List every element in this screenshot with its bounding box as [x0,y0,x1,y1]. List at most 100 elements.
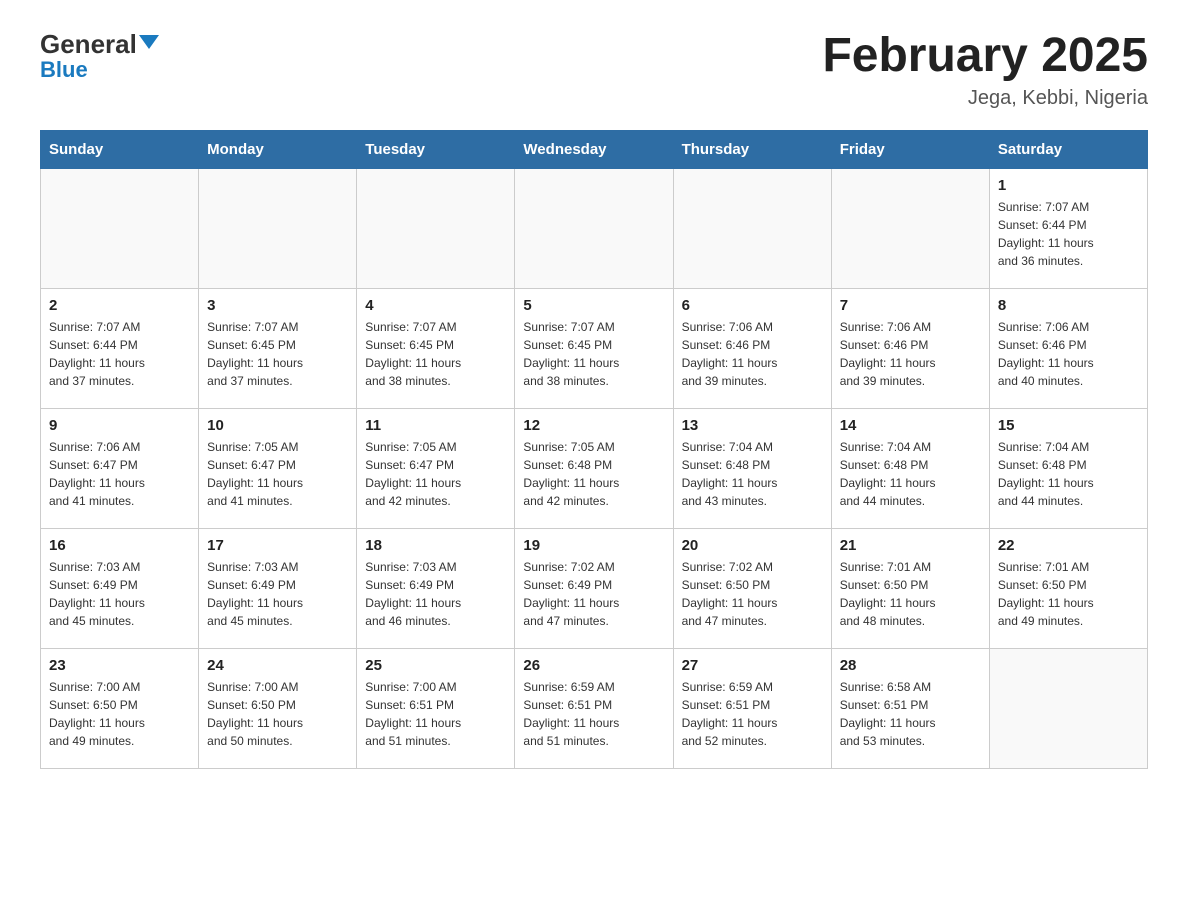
day-number: 13 [682,417,823,434]
location-subtitle: Jega, Kebbi, Nigeria [822,87,1148,110]
day-info: Sunrise: 7:00 AMSunset: 6:50 PMDaylight:… [207,678,348,750]
day-info: Sunrise: 7:06 AMSunset: 6:47 PMDaylight:… [49,438,190,510]
day-info: Sunrise: 7:02 AMSunset: 6:49 PMDaylight:… [523,558,664,630]
calendar-week-row: 2 Sunrise: 7:07 AMSunset: 6:44 PMDaylight… [41,288,1148,408]
calendar-header: SundayMondayTuesdayWednesdayThursdayFrid… [41,130,1148,168]
day-info: Sunrise: 7:01 AMSunset: 6:50 PMDaylight:… [840,558,981,630]
day-number: 6 [682,297,823,314]
calendar-day-cell: 7 Sunrise: 7:06 AMSunset: 6:46 PMDaylight… [831,288,989,408]
day-number: 8 [998,297,1139,314]
calendar-week-row: 1Sunrise: 7:07 AMSunset: 6:44 PMDaylight… [41,168,1148,288]
day-info: Sunrise: 7:07 AMSunset: 6:44 PMDaylight:… [998,198,1139,270]
day-number: 16 [49,537,190,554]
calendar-table: SundayMondayTuesdayWednesdayThursdayFrid… [40,130,1148,769]
day-info: Sunrise: 7:05 AMSunset: 6:47 PMDaylight:… [207,438,348,510]
calendar-day-cell: 13 Sunrise: 7:04 AMSunset: 6:48 PMDayligh… [673,408,831,528]
day-info: Sunrise: 7:07 AMSunset: 6:44 PMDaylight:… [49,318,190,390]
calendar-day-cell: 27 Sunrise: 6:59 AMSunset: 6:51 PMDayligh… [673,648,831,768]
day-number: 28 [840,657,981,674]
calendar-day-cell [515,168,673,288]
day-number: 17 [207,537,348,554]
calendar-day-cell [831,168,989,288]
calendar-week-row: 16 Sunrise: 7:03 AMSunset: 6:49 PMDayligh… [41,528,1148,648]
logo-top: General [40,30,159,59]
day-number: 3 [207,297,348,314]
weekday-header-thursday: Thursday [673,130,831,168]
calendar-day-cell: 19Sunrise: 7:02 AMSunset: 6:49 PMDayligh… [515,528,673,648]
day-number: 5 [523,297,664,314]
calendar-day-cell: 11 Sunrise: 7:05 AMSunset: 6:47 PMDayligh… [357,408,515,528]
calendar-day-cell: 9 Sunrise: 7:06 AMSunset: 6:47 PMDaylight… [41,408,199,528]
day-number: 12 [523,417,664,434]
day-number: 7 [840,297,981,314]
calendar-day-cell: 8 Sunrise: 7:06 AMSunset: 6:46 PMDaylight… [989,288,1147,408]
calendar-week-row: 23 Sunrise: 7:00 AMSunset: 6:50 PMDayligh… [41,648,1148,768]
day-info: Sunrise: 7:03 AMSunset: 6:49 PMDaylight:… [207,558,348,630]
logo-bottom: Blue [40,57,88,83]
day-info: Sunrise: 7:03 AMSunset: 6:49 PMDaylight:… [49,558,190,630]
day-info: Sunrise: 7:06 AMSunset: 6:46 PMDaylight:… [840,318,981,390]
day-number: 11 [365,417,506,434]
calendar-day-cell: 18 Sunrise: 7:03 AMSunset: 6:49 PMDayligh… [357,528,515,648]
calendar-body: 1Sunrise: 7:07 AMSunset: 6:44 PMDaylight… [41,168,1148,768]
day-info: Sunrise: 7:03 AMSunset: 6:49 PMDaylight:… [365,558,506,630]
weekday-header-monday: Monday [199,130,357,168]
calendar-day-cell: 28 Sunrise: 6:58 AMSunset: 6:51 PMDayligh… [831,648,989,768]
weekday-header-tuesday: Tuesday [357,130,515,168]
calendar-day-cell: 12Sunrise: 7:05 AMSunset: 6:48 PMDayligh… [515,408,673,528]
day-info: Sunrise: 7:04 AMSunset: 6:48 PMDaylight:… [840,438,981,510]
day-number: 15 [998,417,1139,434]
calendar-day-cell: 5 Sunrise: 7:07 AMSunset: 6:45 PMDaylight… [515,288,673,408]
day-info: Sunrise: 7:06 AMSunset: 6:46 PMDaylight:… [998,318,1139,390]
day-info: Sunrise: 7:07 AMSunset: 6:45 PMDaylight:… [523,318,664,390]
logo-triangle-icon [139,35,159,49]
day-number: 27 [682,657,823,674]
calendar-day-cell [989,648,1147,768]
calendar-day-cell: 14 Sunrise: 7:04 AMSunset: 6:48 PMDayligh… [831,408,989,528]
day-info: Sunrise: 7:06 AMSunset: 6:46 PMDaylight:… [682,318,823,390]
calendar-day-cell [673,168,831,288]
day-info: Sunrise: 7:00 AMSunset: 6:50 PMDaylight:… [49,678,190,750]
weekday-header-friday: Friday [831,130,989,168]
day-info: Sunrise: 6:58 AMSunset: 6:51 PMDaylight:… [840,678,981,750]
calendar-day-cell: 17 Sunrise: 7:03 AMSunset: 6:49 PMDayligh… [199,528,357,648]
day-info: Sunrise: 7:07 AMSunset: 6:45 PMDaylight:… [365,318,506,390]
day-info: Sunrise: 6:59 AMSunset: 6:51 PMDaylight:… [523,678,664,750]
day-number: 21 [840,537,981,554]
calendar-day-cell: 20Sunrise: 7:02 AMSunset: 6:50 PMDayligh… [673,528,831,648]
weekday-header-sunday: Sunday [41,130,199,168]
day-number: 10 [207,417,348,434]
calendar-day-cell: 21 Sunrise: 7:01 AMSunset: 6:50 PMDayligh… [831,528,989,648]
weekday-header-wednesday: Wednesday [515,130,673,168]
day-number: 25 [365,657,506,674]
calendar-day-cell: 24 Sunrise: 7:00 AMSunset: 6:50 PMDayligh… [199,648,357,768]
weekday-header-saturday: Saturday [989,130,1147,168]
title-block: February 2025 Jega, Kebbi, Nigeria [822,30,1148,110]
calendar-day-cell: 1Sunrise: 7:07 AMSunset: 6:44 PMDaylight… [989,168,1147,288]
calendar-day-cell: 16 Sunrise: 7:03 AMSunset: 6:49 PMDayligh… [41,528,199,648]
day-number: 18 [365,537,506,554]
day-number: 14 [840,417,981,434]
calendar-day-cell: 25 Sunrise: 7:00 AMSunset: 6:51 PMDayligh… [357,648,515,768]
day-info: Sunrise: 7:04 AMSunset: 6:48 PMDaylight:… [682,438,823,510]
day-info: Sunrise: 6:59 AMSunset: 6:51 PMDaylight:… [682,678,823,750]
calendar-day-cell: 15 Sunrise: 7:04 AMSunset: 6:48 PMDayligh… [989,408,1147,528]
calendar-day-cell: 10 Sunrise: 7:05 AMSunset: 6:47 PMDayligh… [199,408,357,528]
day-number: 23 [49,657,190,674]
day-number: 2 [49,297,190,314]
day-info: Sunrise: 7:05 AMSunset: 6:47 PMDaylight:… [365,438,506,510]
day-info: Sunrise: 7:01 AMSunset: 6:50 PMDaylight:… [998,558,1139,630]
day-number: 4 [365,297,506,314]
calendar-day-cell: 4 Sunrise: 7:07 AMSunset: 6:45 PMDaylight… [357,288,515,408]
day-number: 9 [49,417,190,434]
calendar-day-cell [41,168,199,288]
logo: General Blue [40,30,159,83]
weekday-header-row: SundayMondayTuesdayWednesdayThursdayFrid… [41,130,1148,168]
day-info: Sunrise: 7:00 AMSunset: 6:51 PMDaylight:… [365,678,506,750]
day-info: Sunrise: 7:02 AMSunset: 6:50 PMDaylight:… [682,558,823,630]
page-header: General Blue February 2025 Jega, Kebbi, … [40,30,1148,110]
calendar-day-cell: 2 Sunrise: 7:07 AMSunset: 6:44 PMDaylight… [41,288,199,408]
calendar-day-cell: 26Sunrise: 6:59 AMSunset: 6:51 PMDayligh… [515,648,673,768]
day-info: Sunrise: 7:04 AMSunset: 6:48 PMDaylight:… [998,438,1139,510]
day-number: 24 [207,657,348,674]
